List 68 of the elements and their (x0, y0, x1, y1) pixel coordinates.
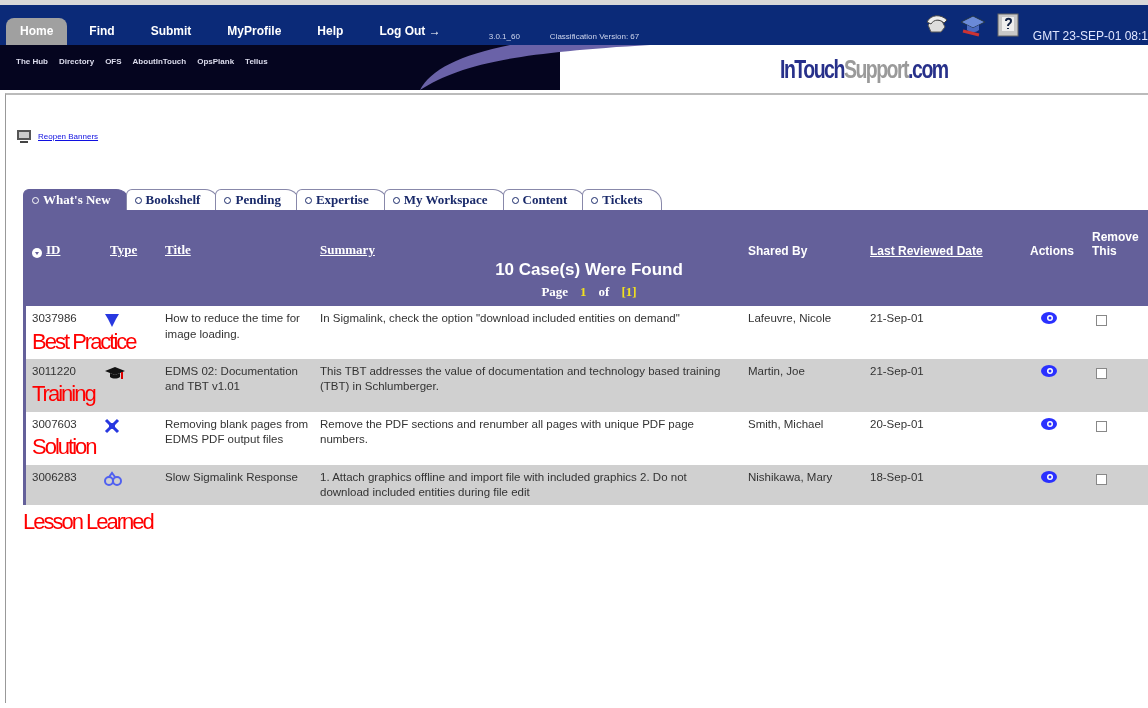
shared-by: Martin, Joe (748, 364, 805, 377)
annotation-label: Training (32, 381, 95, 408)
clock-text: GMT 23-SEP-01 08:1 (1032, 29, 1148, 45)
sub-nav-link[interactable]: AboutInTouch (132, 57, 187, 66)
classification-version: Classification Version: 67 (549, 32, 640, 43)
column-header: Actions (1030, 244, 1074, 258)
column-header: Shared By (748, 244, 808, 258)
nav-tab[interactable]: Help (303, 18, 358, 45)
annotation-label: Lesson Learned (23, 508, 153, 536)
case-summary: This TBT addresses the value of documentation and technology based training (TBT) in Schlumberger. (320, 364, 721, 393)
tab[interactable]: Tickets (582, 189, 662, 210)
case-summary: In Sigmalink, check the option "download included entities on demand" (320, 312, 680, 324)
graduation-cap-icon (104, 364, 126, 381)
site-logo: InTouchSupport.com (780, 53, 948, 85)
case-title: How to reduce the time for image loading. (165, 312, 300, 340)
remove-checkbox[interactable] (1096, 420, 1107, 432)
eye-icon[interactable] (1040, 469, 1058, 484)
sub-nav-link[interactable]: Tellus (245, 57, 268, 66)
binoculars-icon (104, 470, 122, 487)
pager-text: Page (541, 284, 569, 300)
telephone-icon (924, 13, 949, 35)
reopen-banners-link[interactable]: Reopen Banners (38, 131, 99, 141)
eye-icon[interactable] (1040, 416, 1058, 431)
reviewed-date: 21-Sep-01 (870, 312, 924, 324)
pager-text: of (598, 284, 610, 300)
case-summary: 1. Attach graphics offline and import file with included graphics 2. Do not download included entities during file edit (320, 470, 687, 499)
version-text: 3.0.1_60 (488, 32, 520, 43)
eye-icon[interactable] (1040, 363, 1058, 378)
annotation-label: Best Practice (32, 328, 136, 355)
reviewed-date: 21-Sep-01 (870, 364, 924, 377)
case-title: Slow Sigmalink Response (165, 470, 298, 483)
case-title: EDMS 02: Documentation and TBT v1.01 (165, 364, 298, 393)
case-id: 3011220 (32, 363, 76, 379)
column-header[interactable]: Summary (320, 242, 375, 258)
nav-tab[interactable]: MyProfile (213, 18, 296, 45)
column-header: Remove This (1092, 230, 1140, 258)
case-id: 3006283 (32, 469, 77, 485)
page-link[interactable]: [1] (621, 284, 637, 300)
eye-icon[interactable] (1040, 311, 1058, 325)
column-header[interactable]: Type (110, 242, 138, 258)
case-id: 3037986 (32, 311, 77, 326)
monitor-icon (16, 129, 32, 143)
annotation-label: Solution (32, 434, 96, 461)
case-summary: Remove the PDF sections and renumber all pages with unique PDF page numbers. (320, 417, 694, 446)
shared-by: Lafeuvre, Nicole (748, 312, 832, 324)
column-header[interactable]: ID (46, 242, 61, 258)
sub-nav-link[interactable]: OFS (105, 57, 122, 66)
graduation-cap-icon (958, 13, 987, 37)
remove-checkbox[interactable] (1096, 367, 1107, 379)
tools-icon (104, 417, 120, 434)
help-book-icon (996, 13, 1019, 37)
case-title: Removing blank pages from EDMS PDF output files (165, 417, 309, 446)
reviewed-date: 18-Sep-01 (870, 470, 924, 483)
nav-tab[interactable]: Log Out → (365, 18, 455, 45)
shared-by: Nishikawa, Mary (748, 470, 833, 483)
remove-checkbox[interactable] (1096, 315, 1107, 326)
sub-nav-link[interactable]: Directory (59, 57, 95, 66)
column-header[interactable]: Title (165, 242, 191, 258)
sub-nav-link[interactable]: OpsPlank (197, 57, 235, 66)
current-page: 1 (580, 284, 587, 300)
nav-tab[interactable]: Find (75, 18, 129, 45)
shared-by: Smith, Michael (748, 417, 824, 430)
remove-checkbox[interactable] (1096, 473, 1107, 485)
sub-nav-link[interactable]: The Hub (16, 57, 48, 66)
reviewed-date: 20-Sep-01 (870, 417, 924, 430)
result-count: 10 Case(s) Were Found (495, 260, 683, 279)
nav-tab[interactable]: Submit (136, 18, 206, 45)
case-id: 3007603 (32, 416, 77, 432)
